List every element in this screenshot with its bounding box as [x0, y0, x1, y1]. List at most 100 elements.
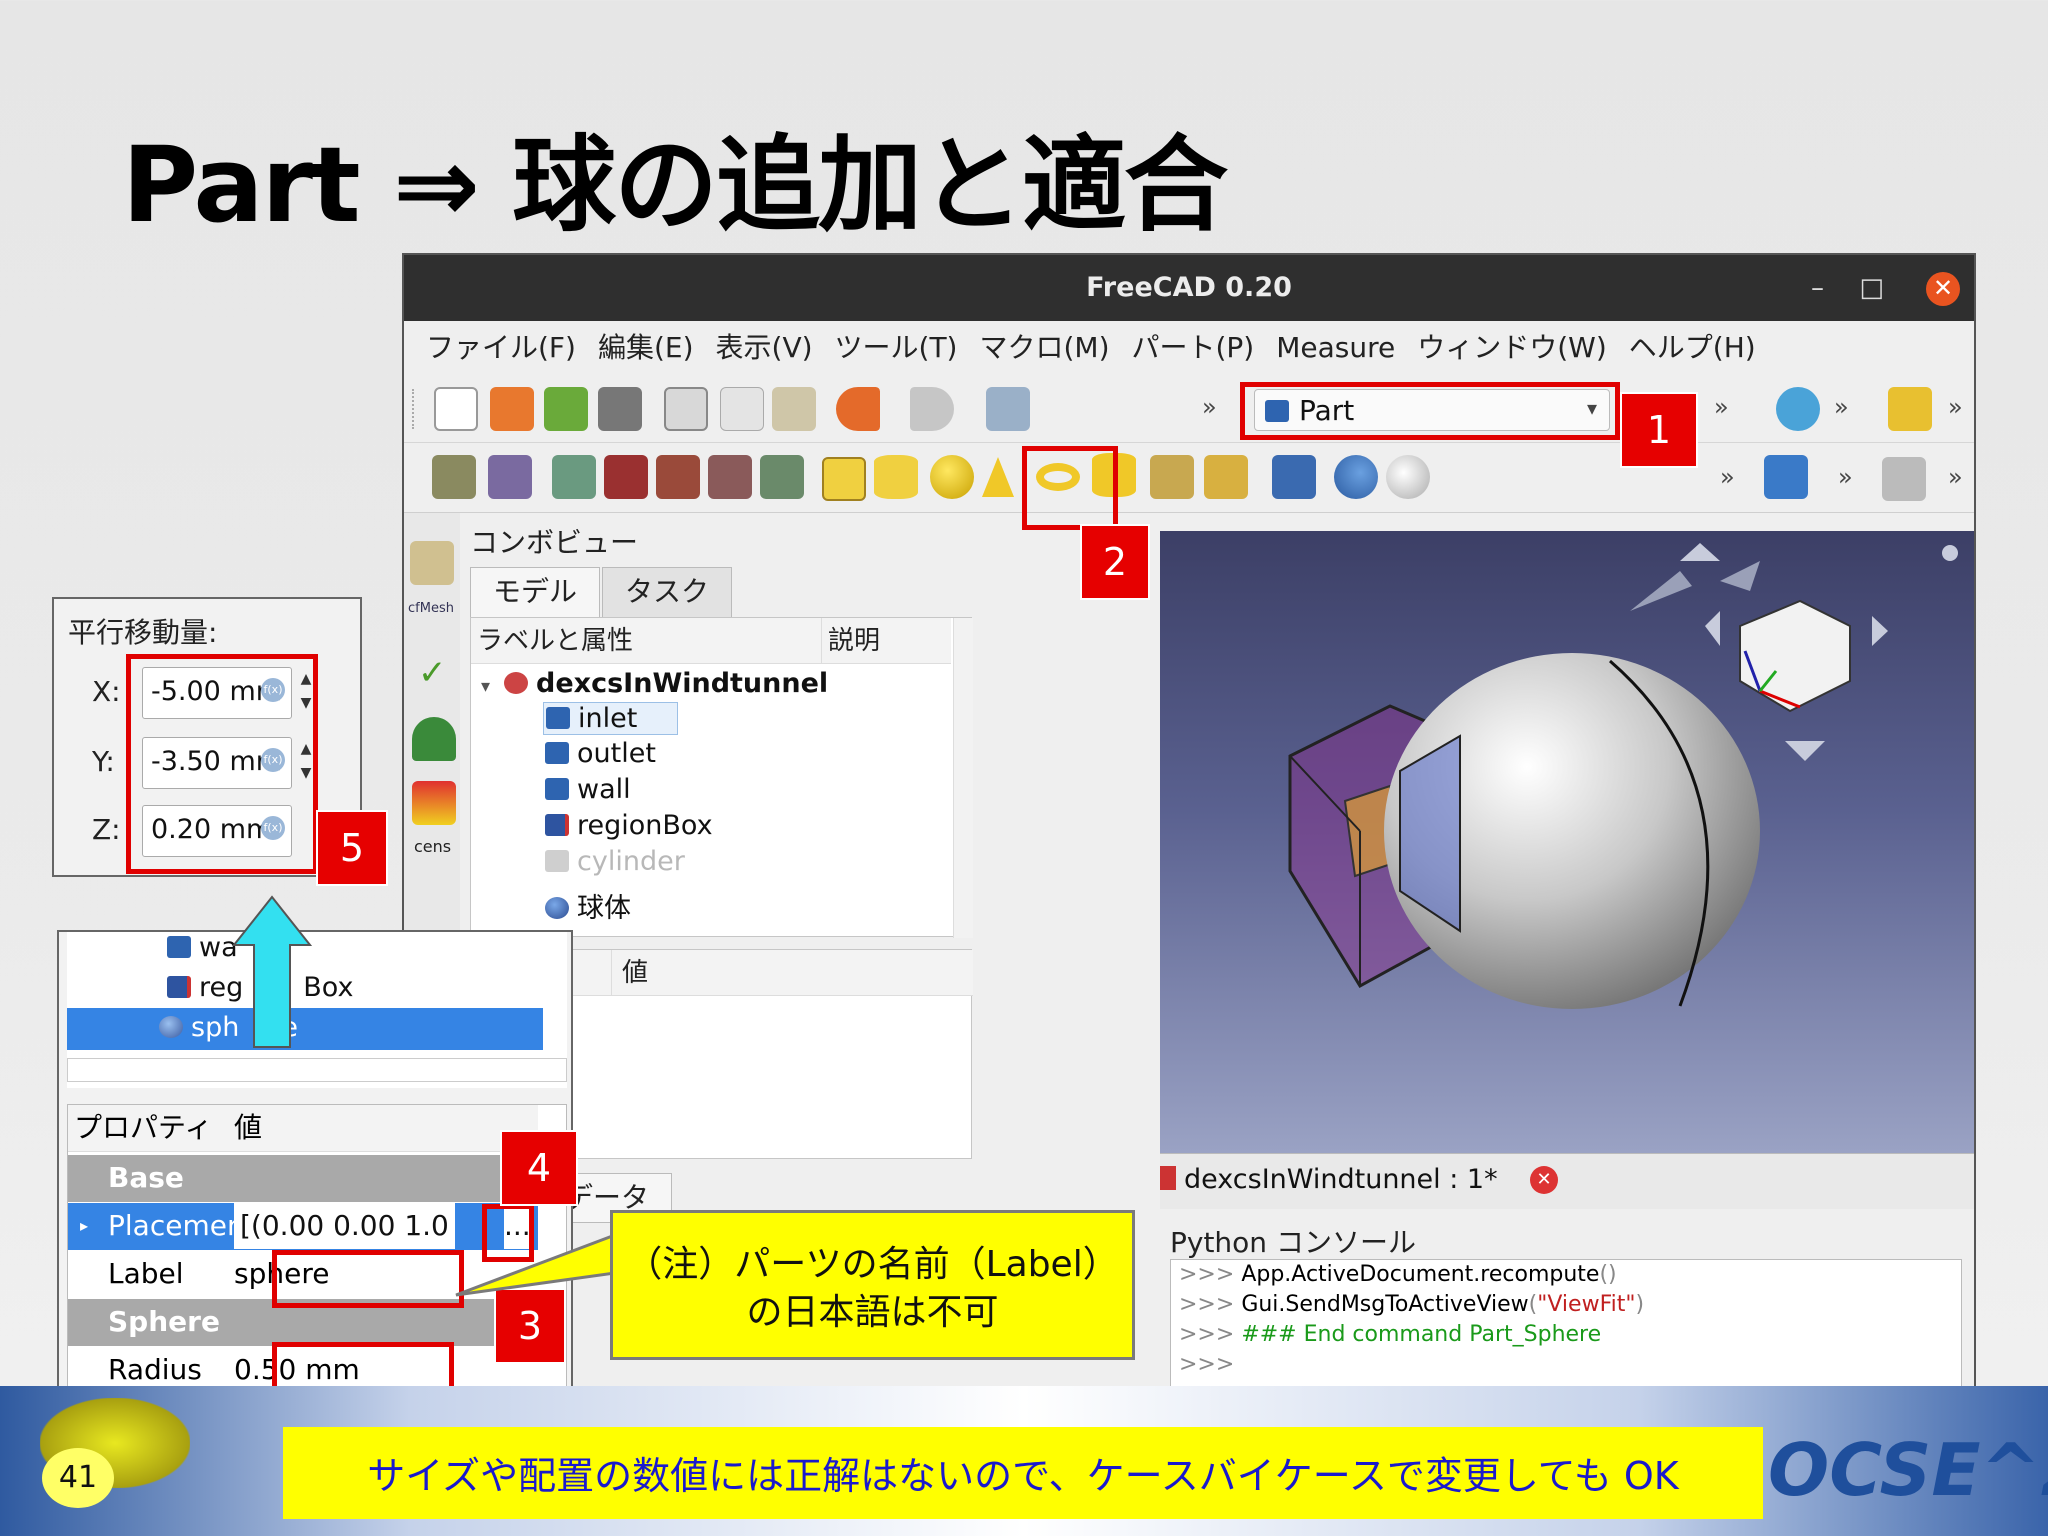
property-column-header[interactable]: プロパティ	[74, 1105, 212, 1151]
shape-builder-icon[interactable]	[1204, 455, 1248, 499]
doc-icon[interactable]	[410, 541, 454, 585]
toolbar-overflow-icon[interactable]: »	[1720, 463, 1735, 491]
console-line: >>> Gui.SendMsgToActiveView("ViewFit")	[1179, 1292, 1645, 1317]
tree-item-label: outlet	[577, 738, 656, 769]
value-header[interactable]: 値	[611, 950, 973, 996]
3d-scene	[1288, 543, 1958, 1009]
label-note-callout: （注）パーツの名前（Label） の日本語は不可	[610, 1210, 1135, 1360]
cens-icon[interactable]: cens	[414, 837, 451, 856]
close-tab-icon[interactable]: ✕	[1530, 1166, 1558, 1194]
extrude-icon[interactable]	[1272, 455, 1316, 499]
toolbar-overflow-icon[interactable]: »	[1202, 393, 1217, 421]
tree-item-regionbox[interactable]: regionBox	[545, 810, 713, 841]
refresh-icon[interactable]	[986, 387, 1030, 431]
step-5-badge: 5	[316, 810, 388, 886]
measure-icon[interactable]	[1764, 455, 1808, 499]
slide-title: Part ⇒ 球の追加と適合	[122, 124, 1228, 246]
menu-file[interactable]: ファイル(F)	[426, 321, 576, 375]
undo-icon[interactable]	[836, 387, 880, 431]
menu-macro[interactable]: マクロ(M)	[979, 321, 1109, 375]
maximize-button[interactable]: □	[1859, 255, 1884, 321]
macro-icon[interactable]	[1888, 387, 1932, 431]
paste-icon[interactable]	[772, 387, 816, 431]
value-column-header[interactable]: 値	[234, 1105, 262, 1151]
console-prompt[interactable]: >>>	[1179, 1352, 1234, 1377]
view-front-icon[interactable]	[488, 455, 532, 499]
view-right-icon[interactable]	[604, 455, 648, 499]
toolbar-grip[interactable]	[412, 389, 418, 429]
y-label: Y:	[92, 745, 115, 778]
step-1-badge: 1	[1620, 392, 1698, 468]
tree-icon[interactable]	[412, 717, 456, 761]
cut-boolean-icon[interactable]	[1386, 455, 1430, 499]
cfmesh-icon[interactable]: cfMesh	[408, 601, 454, 616]
tree-item-document[interactable]: ▾ dexcsInWindtunnel	[481, 668, 828, 699]
tab-task[interactable]: タスク	[602, 567, 732, 617]
toolbar-overflow-icon[interactable]: »	[1834, 393, 1849, 421]
view-rear-icon[interactable]	[656, 455, 700, 499]
toolbar-overflow-icon[interactable]: »	[1948, 463, 1963, 491]
highlight-sphere-button	[1022, 446, 1118, 530]
step-2-badge: 2	[1080, 524, 1150, 600]
menu-help[interactable]: ヘルプ(H)	[1629, 321, 1756, 375]
tree-item-wall[interactable]: wall	[545, 774, 631, 805]
menu-edit[interactable]: 編集(E)	[598, 321, 694, 375]
window-titlebar: FreeCAD 0.20 – □ ✕	[404, 255, 1974, 321]
primitives-icon[interactable]	[1150, 455, 1194, 499]
document-tab-label: dexcsInWindtunnel : 1*	[1184, 1164, 1498, 1195]
tree-item-cylinder[interactable]: cylinder	[545, 846, 685, 877]
minimize-button[interactable]: –	[1811, 255, 1824, 321]
toolbar-overflow-icon[interactable]: »	[1838, 463, 1853, 491]
boolean-icon[interactable]	[1334, 455, 1378, 499]
combo-view-title: コンボビュー	[470, 526, 639, 559]
view-fit-icon[interactable]	[1776, 387, 1820, 431]
tab-model[interactable]: モデル	[470, 567, 600, 617]
horizontal-scrollbar[interactable]	[67, 1058, 567, 1082]
tree-item-outlet[interactable]: outlet	[545, 738, 656, 769]
tree-item-label: wall	[577, 774, 631, 805]
tree-header-label[interactable]: ラベルと属性	[471, 618, 821, 664]
view-bottom-icon[interactable]	[708, 455, 752, 499]
menu-part[interactable]: パート(P)	[1132, 321, 1255, 375]
save-file-icon[interactable]	[544, 387, 588, 431]
print-icon[interactable]	[598, 387, 642, 431]
toolbar-overflow-icon[interactable]: »	[1714, 393, 1729, 421]
new-file-icon[interactable]	[434, 387, 478, 431]
redo-icon[interactable]	[910, 387, 954, 431]
tree-item-inlet[interactable]: inlet	[543, 702, 679, 735]
cylinder-icon[interactable]	[874, 455, 918, 499]
view-top-icon[interactable]	[552, 455, 596, 499]
part-icon	[545, 778, 569, 800]
step-4-badge: 4	[500, 1130, 578, 1206]
copy-icon[interactable]	[720, 387, 764, 431]
toolbar-overflow-icon[interactable]: »	[1948, 393, 1963, 421]
box-icon[interactable]	[822, 457, 866, 501]
check-icon[interactable]: ✓	[418, 653, 447, 693]
close-button[interactable]: ✕	[1926, 272, 1960, 306]
cut-icon[interactable]	[664, 387, 708, 431]
expand-arrow-icon[interactable]: ▾	[481, 676, 490, 697]
cone-icon[interactable]	[982, 457, 1014, 497]
freecad-doc-icon	[1160, 1166, 1176, 1190]
tree-header-description[interactable]: 説明	[821, 618, 951, 664]
tree-scrollbar[interactable]	[953, 618, 973, 938]
sphere-icon[interactable]	[930, 455, 974, 499]
document-tab[interactable]: dexcsInWindtunnel : 1* ✕	[1160, 1153, 1974, 1209]
menu-view[interactable]: 表示(V)	[716, 321, 813, 375]
3d-viewport[interactable]	[1160, 531, 1974, 1153]
grid-icon[interactable]	[1882, 457, 1926, 501]
menu-window[interactable]: ウィンドウ(W)	[1417, 321, 1607, 375]
cylinder-icon	[545, 850, 569, 872]
view-left-icon[interactable]	[760, 455, 804, 499]
document-icon	[504, 672, 529, 694]
open-file-icon[interactable]	[490, 387, 534, 431]
gradient-icon[interactable]	[412, 781, 456, 825]
menu-tools[interactable]: ツール(T)	[835, 321, 958, 375]
expand-arrow-icon[interactable]: ▸	[80, 1203, 88, 1249]
tree-item-sphere[interactable]: 球体	[545, 886, 631, 925]
tree-item-wall[interactable]: wa	[167, 932, 238, 963]
ocse-logo: OCSE^2	[1768, 1428, 2048, 1512]
menu-measure[interactable]: Measure	[1276, 321, 1395, 375]
sphere-icon	[545, 897, 569, 919]
view-isometric-icon[interactable]	[432, 455, 476, 499]
